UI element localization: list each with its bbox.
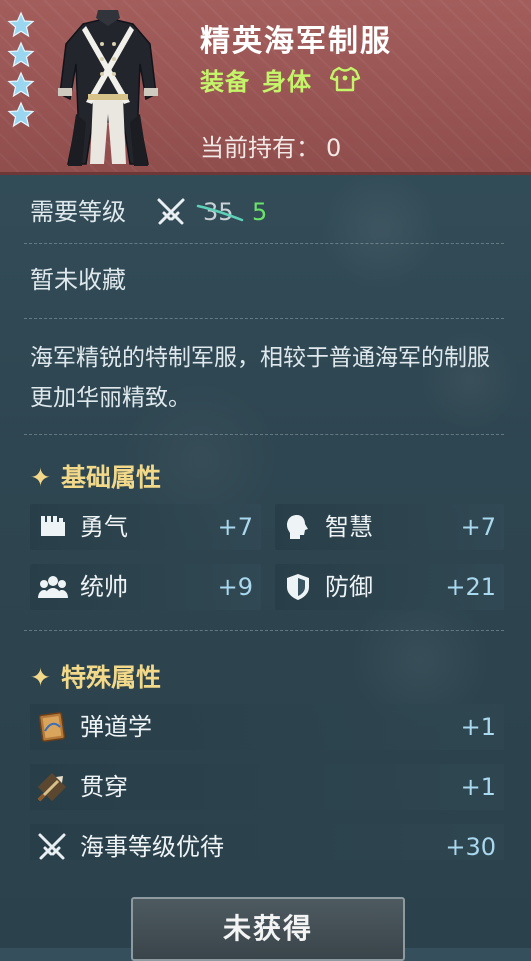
- level-strike-line: [196, 204, 244, 222]
- attribute-value: +7: [460, 513, 496, 541]
- courage-icon: [41, 516, 65, 536]
- leadership-icon: [38, 576, 68, 598]
- item-description: 海军精锐的特制军服，相较于普通海军的制服更加华丽精致。: [30, 345, 490, 411]
- special-attribute-value: +1: [460, 713, 496, 741]
- item-name: 精英海军制服: [200, 24, 392, 59]
- required-level-label: 需要等级: [30, 198, 126, 226]
- attribute-name: 勇气: [80, 513, 128, 541]
- reduced-level: 5: [252, 198, 268, 226]
- special-attributes-header: ✦ 特殊属性: [30, 658, 161, 694]
- special-attribute-name: 贯穿: [80, 773, 128, 801]
- divider: [24, 243, 504, 244]
- star-icon: [7, 101, 35, 128]
- owned-count-row: 当前持有： 0: [200, 128, 341, 163]
- star-icon: [7, 41, 35, 68]
- item-slot: 身体: [262, 68, 312, 96]
- star-icon: [7, 71, 35, 98]
- scroll-clip: 海事等级优待 +30: [0, 820, 531, 860]
- shield-icon: [287, 574, 309, 600]
- sparkle-icon: ✦: [30, 463, 51, 492]
- special-attribute-penetration: 贯穿 +1: [30, 764, 504, 810]
- star-icon: [7, 11, 35, 38]
- base-attributes-title: 基础属性: [60, 463, 161, 492]
- item-header: 精英海军制服 装备 身体 当前持有： 0: [0, 0, 531, 175]
- special-attribute-value: +1: [460, 773, 496, 801]
- attribute-name: 防御: [325, 573, 373, 601]
- attribute-name: 智慧: [325, 513, 373, 541]
- rarity-stars: [6, 10, 36, 130]
- divider: [24, 630, 504, 631]
- attribute-value: +7: [217, 513, 253, 541]
- ballistics-book-icon: [38, 712, 66, 742]
- attribute-value: +21: [445, 573, 496, 601]
- attribute-name: 统帅: [80, 573, 128, 601]
- body-slot-shirt-icon: [330, 66, 360, 92]
- special-attribute-name: 海事等级优待: [80, 833, 224, 860]
- attribute-defense: 防御 +21: [275, 564, 504, 610]
- divider: [24, 434, 504, 435]
- owned-label: 当前持有：: [200, 134, 320, 162]
- special-attributes-title: 特殊属性: [60, 663, 161, 692]
- special-attribute-value: +30: [445, 833, 496, 860]
- item-category: 装备: [200, 68, 250, 96]
- attribute-value: +9: [217, 573, 253, 601]
- collection-status: 暂未收藏: [30, 266, 126, 294]
- crossed-swords-icon: [38, 833, 66, 860]
- divider: [24, 318, 504, 319]
- attribute-wisdom: 智慧 +7: [275, 504, 504, 550]
- wisdom-icon: [287, 515, 308, 539]
- special-attribute-ballistics: 弹道学 +1: [30, 704, 504, 750]
- owned-count: 0: [326, 134, 342, 162]
- crossed-swords-icon: [157, 198, 185, 225]
- special-attribute-maritime-level: 海事等级优待 +30: [30, 824, 504, 860]
- uniform-portrait-icon: [58, 10, 158, 166]
- item-type: 装备 身体: [200, 62, 312, 97]
- sparkle-icon: ✦: [30, 663, 51, 692]
- not-obtained-button[interactable]: 未获得: [131, 897, 405, 961]
- attribute-courage: 勇气 +7: [30, 504, 261, 550]
- base-attributes-header: ✦ 基础属性: [30, 458, 161, 494]
- penetration-icon: [37, 772, 67, 802]
- attribute-leadership: 统帅 +9: [30, 564, 261, 610]
- special-attribute-name: 弹道学: [80, 713, 152, 741]
